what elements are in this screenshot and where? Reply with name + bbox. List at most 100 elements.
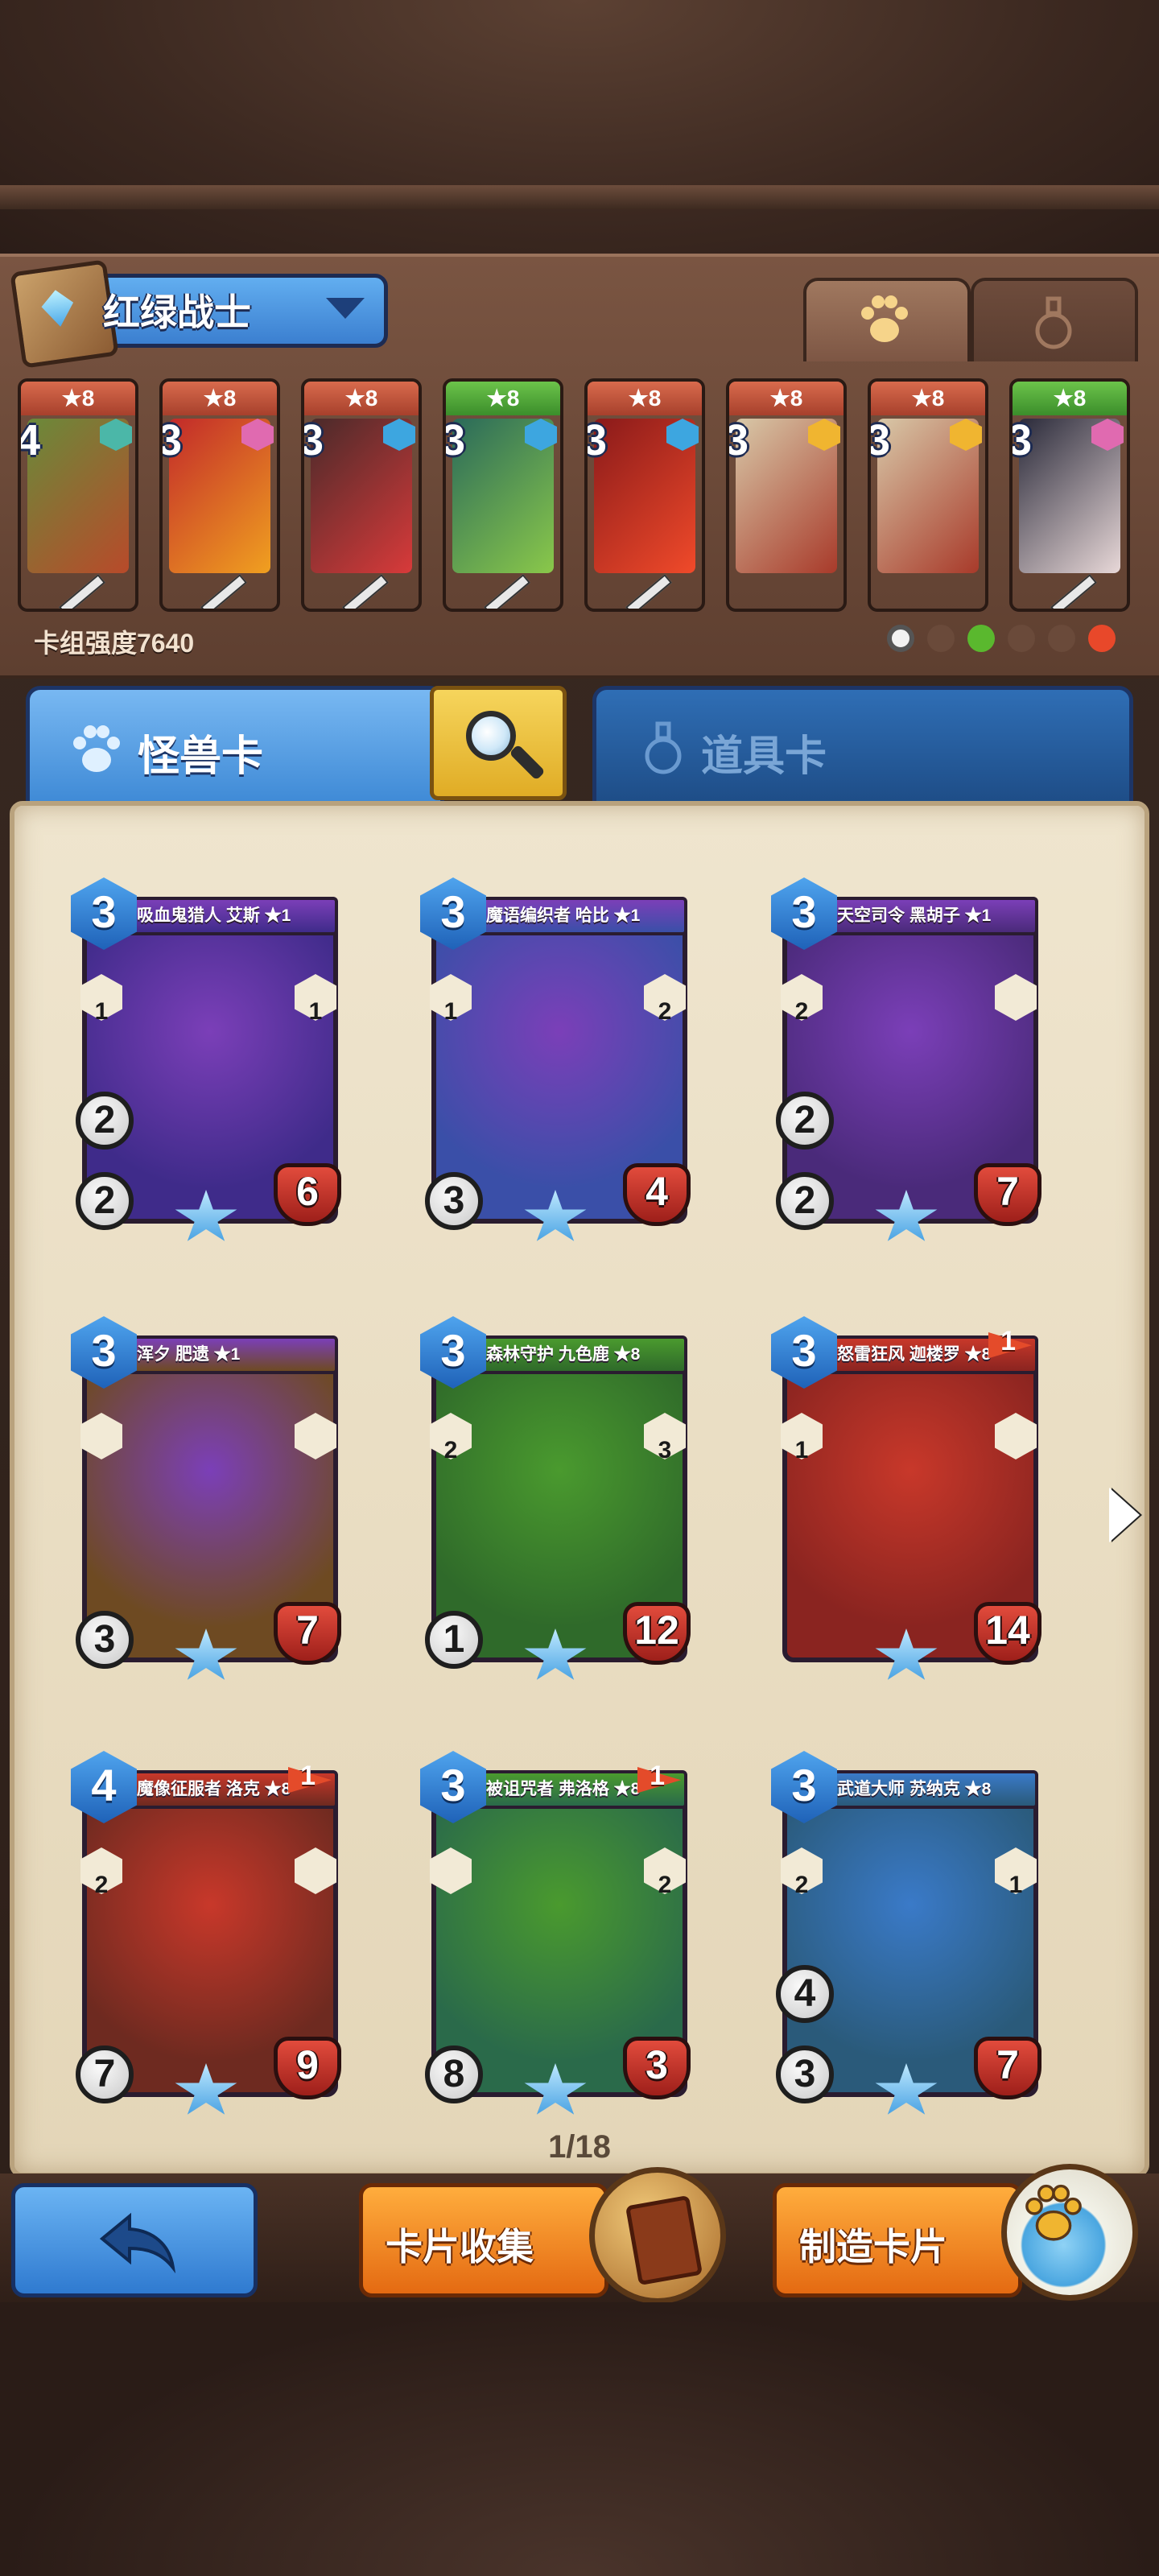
card-health: 14	[974, 1602, 1046, 1668]
monster-card[interactable]: 怒雷狂风 迦楼罗 ★8 3 1 1 14	[771, 1316, 1050, 1680]
card-health-value: 9	[296, 2042, 319, 2087]
monster-card[interactable]: 被诅咒者 弗洛格 ★8 3 1 2 8 3	[420, 1751, 699, 2115]
card-stars: ★8	[588, 382, 702, 415]
card-health: 7	[974, 1163, 1046, 1229]
card-cost: 3	[159, 416, 183, 464]
skill-level: 2	[794, 1872, 809, 1898]
card-attack: 2	[776, 1172, 834, 1230]
card-collection-icon[interactable]	[589, 2167, 726, 2304]
card-attack: 8	[425, 2046, 483, 2103]
monster-card[interactable]: 武道大师 苏纳克 ★8 3 2 1 4 3 7	[771, 1751, 1050, 2115]
card-health: 7	[274, 1602, 346, 1668]
element-filter-row	[885, 625, 1143, 657]
monster-card[interactable]: 魔像征服者 洛克 ★8 4 1 2 7 9	[71, 1751, 349, 2115]
card-health-value: 4	[645, 1169, 668, 1214]
card-stars: ★8	[163, 382, 277, 415]
paw-icon	[73, 725, 120, 772]
filter-beast-icon[interactable]	[1008, 625, 1035, 652]
search-button[interactable]	[430, 686, 567, 800]
card-stars: ★8	[1013, 382, 1127, 415]
skill-level: 1	[794, 1437, 809, 1463]
card-attack: 3	[425, 1172, 483, 1230]
card-attack: 7	[76, 2046, 134, 2103]
tab-item-cards[interactable]: 道具卡	[592, 686, 1133, 807]
deck-card[interactable]: ★8 3	[301, 378, 422, 612]
deck-card[interactable]: ★8 3	[584, 378, 705, 612]
card-health-value: 12	[634, 1608, 679, 1653]
skill-level: 1	[308, 998, 323, 1025]
craft-card-button[interactable]: 制造卡片	[773, 2183, 1022, 2297]
filter-all-icon[interactable]	[887, 625, 914, 652]
card-name: 森林守护 九色鹿 ★8	[470, 1335, 687, 1374]
card-health: 7	[974, 2037, 1046, 2103]
tab-monster-cards[interactable]: 怪兽卡	[26, 686, 444, 807]
card-health: 6	[274, 1163, 346, 1229]
card-cost: 3	[791, 1760, 817, 1810]
paw-icon	[1025, 2184, 1082, 2241]
deck-name: 红绿战士	[103, 291, 251, 333]
deck-card[interactable]: ★8 3	[1009, 378, 1130, 612]
card-name: 吸血鬼猎人 艾斯 ★1	[121, 897, 338, 935]
card-collection-button[interactable]: 卡片收集	[359, 2183, 608, 2297]
card-cost: 3	[726, 416, 749, 464]
card-health: 9	[274, 2037, 346, 2103]
card-cost: 3	[440, 1760, 466, 1810]
chevron-down-icon[interactable]	[326, 298, 365, 319]
search-icon-handle	[509, 744, 546, 781]
back-button[interactable]	[11, 2183, 258, 2297]
filter-shadow-icon[interactable]	[927, 625, 955, 652]
skill-level: 1	[94, 998, 109, 1025]
card-health: 4	[623, 1163, 695, 1229]
card-health-value: 6	[296, 1169, 319, 1214]
skill-level: 3	[658, 1437, 672, 1463]
card-secondary-stat: 4	[776, 1965, 834, 2023]
card-stars: ★8	[304, 382, 419, 415]
filter-storm-icon[interactable]	[1048, 625, 1075, 652]
card-cost: 3	[791, 886, 817, 937]
card-name: 武道大师 苏纳克 ★8	[821, 1770, 1038, 1809]
card-stars: ★8	[21, 382, 135, 415]
card-stack-icon	[625, 2194, 703, 2286]
filter-nature-icon[interactable]	[967, 625, 995, 652]
sword-icon	[483, 574, 531, 609]
deck-card[interactable]: ★8 3	[726, 378, 847, 612]
skill-level: 2	[443, 1437, 458, 1463]
card-attack: 1	[425, 1611, 483, 1669]
gem-icon	[39, 287, 76, 328]
back-arrow-icon	[99, 2212, 176, 2274]
card-health: 3	[623, 2037, 695, 2103]
paw-icon	[861, 295, 908, 342]
item-tab-top[interactable]	[971, 278, 1138, 361]
card-attack: 3	[776, 2046, 834, 2103]
craft-card-icon[interactable]	[1001, 2164, 1138, 2301]
card-stars: ★8	[871, 382, 985, 415]
deck-card[interactable]: ★8 3	[868, 378, 988, 612]
next-page-arrow-icon[interactable]	[1109, 1488, 1140, 1542]
monster-card[interactable]: 森林守护 九色鹿 ★8 3 2 3 1 12	[420, 1316, 699, 1680]
sword-icon	[200, 574, 248, 609]
card-health-value: 7	[296, 1608, 319, 1653]
card-secondary-stat: 2	[76, 1092, 134, 1150]
card-health-value: 14	[985, 1608, 1030, 1653]
flag-count: 1	[300, 1761, 316, 1791]
deck-card-row: ★8 4 ★8 3 ★8 3 ★8 3 ★8 3 ★8 3 ★8 3 ★8 3	[18, 378, 1145, 616]
craft-card-label: 制造卡片	[799, 2226, 947, 2268]
deck-card[interactable]: ★8 4	[18, 378, 138, 612]
card-name: 天空司令 黑胡子 ★1	[821, 897, 1038, 935]
monster-tab-top[interactable]	[803, 278, 971, 361]
top-wood-background	[0, 0, 1159, 258]
flag-count: 1	[1000, 1326, 1016, 1356]
card-health-value: 3	[645, 2042, 668, 2087]
skill-level: 2	[94, 1872, 109, 1898]
potion-icon	[645, 721, 682, 774]
monster-card[interactable]: 天空司令 黑胡子 ★1 3 2 2 2 7	[771, 877, 1050, 1241]
deck-card[interactable]: ★8 3	[159, 378, 280, 612]
card-cost: 3	[440, 886, 466, 937]
card-cost: 3	[1009, 416, 1033, 464]
monster-card[interactable]: 吸血鬼猎人 艾斯 ★1 3 1 1 2 2 6	[71, 877, 349, 1241]
monster-card[interactable]: 浑夕 肥遗 ★1 3 3 7	[71, 1316, 349, 1680]
monster-card[interactable]: 魔语编织者 哈比 ★1 3 1 2 3 4	[420, 877, 699, 1241]
card-attack: 3	[76, 1611, 134, 1669]
deck-card[interactable]: ★8 3	[443, 378, 563, 612]
filter-fire-icon[interactable]	[1088, 625, 1116, 652]
